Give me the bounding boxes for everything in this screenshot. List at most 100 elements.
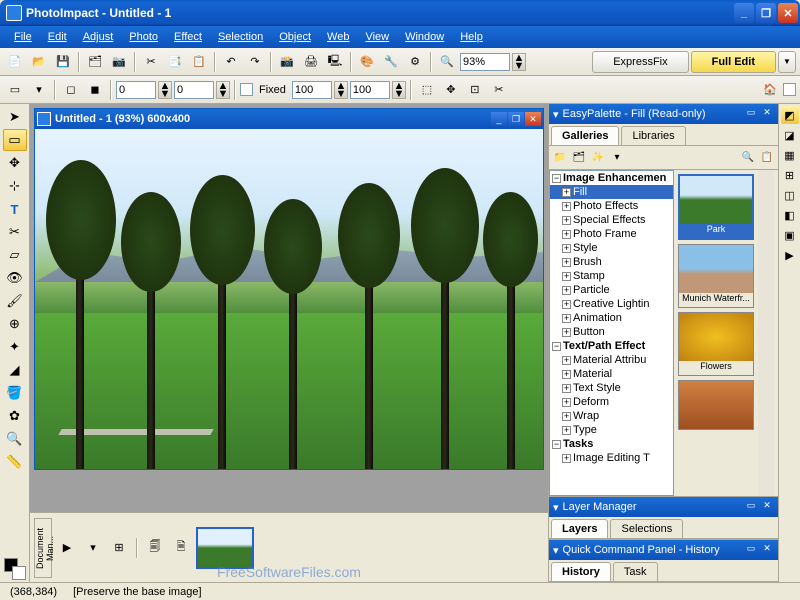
tree-item-animation[interactable]: +Animation — [550, 311, 673, 325]
menu-photo[interactable]: Photo — [121, 29, 166, 45]
right-checkbox[interactable] — [783, 83, 796, 96]
tab-galleries[interactable]: Galleries — [551, 126, 619, 145]
erase-tool-icon[interactable]: ◢ — [3, 359, 27, 381]
thumb-opt1-icon[interactable]: 🗐 — [144, 537, 166, 559]
arrow-tool-icon[interactable]: ➤ — [3, 106, 27, 128]
ft-1-icon[interactable]: ◩ — [781, 106, 799, 124]
h-input[interactable] — [350, 81, 390, 99]
camera-icon[interactable]: 📷 — [108, 51, 130, 73]
document-titlebar[interactable]: Untitled - 1 (93%) 600x400 _ ❐ ✕ — [35, 109, 543, 129]
tree-root-tasks[interactable]: −Tasks — [550, 437, 673, 451]
redo-icon[interactable]: ↷ — [244, 51, 266, 73]
effect-tool-icon[interactable]: ✦ — [3, 336, 27, 358]
gallery-scrollbar[interactable] — [758, 170, 774, 496]
quick-dd-icon[interactable]: ▾ — [553, 544, 559, 557]
crop-tool-icon[interactable]: ✂ — [3, 221, 27, 243]
layer-min-icon[interactable]: ▭ — [744, 500, 758, 514]
tree-item-wrap[interactable]: +Wrap — [550, 409, 673, 423]
fixed-checkbox[interactable] — [240, 83, 253, 96]
fulledit-button[interactable]: Full Edit — [691, 51, 776, 73]
shape-icon[interactable]: ▭ — [4, 79, 26, 101]
tab-task[interactable]: Task — [613, 562, 658, 581]
tree-item-imageediting[interactable]: +Image Editing T — [550, 451, 673, 465]
clone-tool-icon[interactable]: ⊕ — [3, 313, 27, 335]
stamp-tool-icon[interactable]: ✿ — [3, 405, 27, 427]
tree-item-type[interactable]: +Type — [550, 423, 673, 437]
menu-file[interactable]: File — [6, 29, 40, 45]
menu-view[interactable]: View — [357, 29, 397, 45]
easypalette-titlebar[interactable]: ▾ EasyPalette - Fill (Read-only) ▭ ✕ — [549, 104, 778, 124]
ep-btn3-icon[interactable]: ✨ — [589, 149, 607, 167]
menu-object[interactable]: Object — [271, 29, 319, 45]
canvas[interactable] — [35, 129, 543, 469]
ft-7-icon[interactable]: ▣ — [781, 226, 799, 244]
thumb-opt2-icon[interactable]: 🗎 — [170, 537, 192, 559]
tab-libraries[interactable]: Libraries — [621, 126, 685, 145]
y-spinner[interactable]: ▲▼ — [216, 81, 230, 99]
retouch-tool-icon[interactable]: 👁 — [3, 267, 27, 289]
doc-close-button[interactable]: ✕ — [525, 112, 541, 126]
ft-4-icon[interactable]: ⊞ — [781, 166, 799, 184]
layer-dd-icon[interactable]: ▾ — [553, 501, 559, 514]
tree-item-brush[interactable]: +Brush — [550, 255, 673, 269]
opt2-icon[interactable]: ✥ — [440, 79, 462, 101]
save-icon[interactable]: 💾 — [52, 51, 74, 73]
cut-icon[interactable]: ✂ — [140, 51, 162, 73]
panel-close-icon[interactable]: ✕ — [760, 107, 774, 121]
tree-item-matattr[interactable]: +Material Attribu — [550, 353, 673, 367]
crop-icon[interactable]: ✂ — [488, 79, 510, 101]
ep-dd-icon[interactable]: ▾ — [608, 149, 626, 167]
quick-close-icon[interactable]: ✕ — [760, 543, 774, 557]
menu-web[interactable]: Web — [319, 29, 357, 45]
menu-adjust[interactable]: Adjust — [75, 29, 122, 45]
tree-root-image[interactable]: −Image Enhancemen — [550, 171, 673, 185]
gallery-item-flowers[interactable]: Flowers — [678, 312, 754, 376]
shape-dd-icon[interactable]: ▾ — [28, 79, 50, 101]
ep-btn1-icon[interactable]: 📁 — [551, 149, 569, 167]
open-icon[interactable]: 📂 — [28, 51, 50, 73]
extras2-icon[interactable]: 🔧 — [380, 51, 402, 73]
extras3-icon[interactable]: ⚙ — [404, 51, 426, 73]
opt3-icon[interactable]: ⊡ — [464, 79, 486, 101]
expressfix-button[interactable]: ExpressFix — [592, 51, 688, 73]
paste-icon[interactable]: 📋 — [188, 51, 210, 73]
measure-tool-icon[interactable]: 📏 — [3, 451, 27, 473]
print-icon[interactable]: 🖨 — [300, 51, 322, 73]
menu-help[interactable]: Help — [452, 29, 491, 45]
ep-btn2-icon[interactable]: 🗂 — [570, 149, 588, 167]
undo-icon[interactable]: ↶ — [220, 51, 242, 73]
mode2-icon[interactable]: ◼ — [84, 79, 106, 101]
panel-dd-icon[interactable]: ▾ — [553, 108, 559, 121]
tree-item-photoeffects[interactable]: +Photo Effects — [550, 199, 673, 213]
x-spinner[interactable]: ▲▼ — [158, 81, 172, 99]
extras1-icon[interactable]: 🎨 — [356, 51, 378, 73]
paint-tool-icon[interactable]: 🖌 — [3, 290, 27, 312]
home-icon[interactable]: 🏠 — [759, 79, 781, 101]
quick-min-icon[interactable]: ▭ — [744, 543, 758, 557]
tree-item-specialeffects[interactable]: +Special Effects — [550, 213, 673, 227]
tree-item-photoframe[interactable]: +Photo Frame — [550, 227, 673, 241]
gallery-item-munich[interactable]: Munich Waterfr... — [678, 244, 754, 308]
docmanager-tab[interactable]: Document Man... — [34, 518, 52, 578]
tab-history[interactable]: History — [551, 562, 611, 581]
marquee-tool-icon[interactable]: ▭ — [3, 129, 27, 151]
ft-2-icon[interactable]: ◪ — [781, 126, 799, 144]
thumb-dd-icon[interactable]: ▾ — [82, 537, 104, 559]
tree-item-style[interactable]: +Style — [550, 241, 673, 255]
h-spinner[interactable]: ▲▼ — [392, 81, 406, 99]
w-spinner[interactable]: ▲▼ — [334, 81, 348, 99]
ft-3-icon[interactable]: ▦ — [781, 146, 799, 164]
tab-layers[interactable]: Layers — [551, 519, 608, 538]
y-input[interactable] — [174, 81, 214, 99]
window-close-button[interactable]: ✕ — [778, 3, 798, 23]
ft-8-icon[interactable]: ▶ — [781, 246, 799, 264]
text-tool-icon[interactable]: T — [3, 198, 27, 220]
tree-item-lighting[interactable]: +Creative Lightin — [550, 297, 673, 311]
zoom-spinner[interactable]: ▲▼ — [512, 53, 526, 71]
thumb-play-icon[interactable]: ▶ — [56, 537, 78, 559]
mode-dropdown-icon[interactable]: ▼ — [778, 51, 796, 73]
perspective-tool-icon[interactable]: ▱ — [3, 244, 27, 266]
thumb-view-icon[interactable]: ⊞ — [108, 537, 130, 559]
window-maximize-button[interactable]: ❐ — [756, 3, 776, 23]
tree-item-stamp[interactable]: +Stamp — [550, 269, 673, 283]
